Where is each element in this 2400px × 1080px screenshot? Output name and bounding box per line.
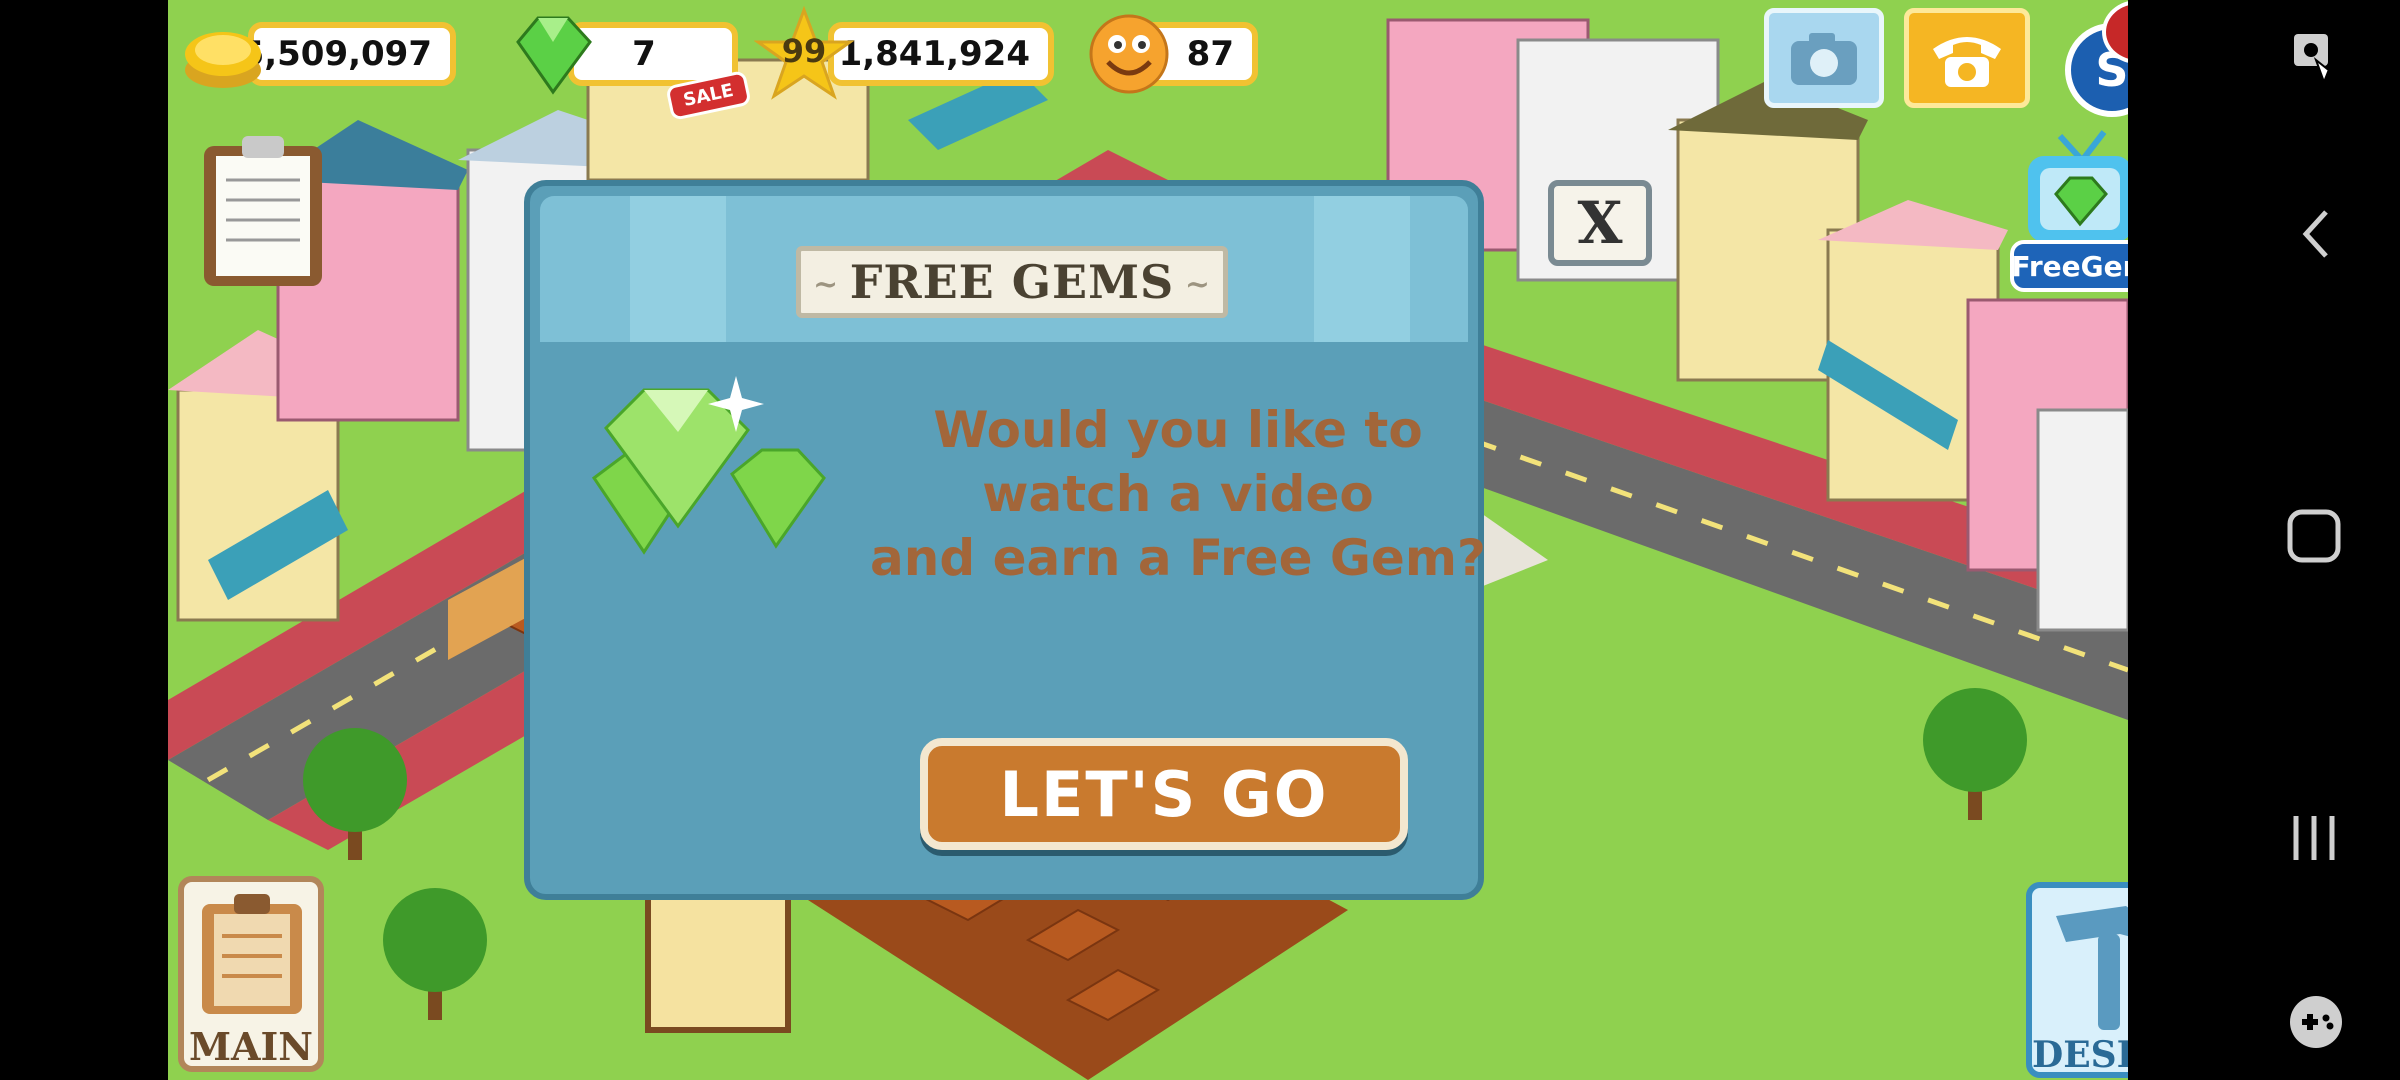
- gem-icon: [516, 16, 592, 95]
- xp-value: 1,841,924: [838, 34, 1030, 74]
- design-button[interactable]: DESIGN: [2026, 882, 2128, 1078]
- dialog-title: FREE GEMS: [849, 255, 1175, 309]
- smiley-icon: [1089, 14, 1169, 94]
- camera-icon: [1791, 33, 1857, 85]
- close-button[interactable]: X: [1548, 180, 1652, 266]
- home-icon[interactable]: [2286, 508, 2342, 564]
- camera-button[interactable]: [1764, 8, 1884, 108]
- design-label: DESIGN: [2032, 1034, 2128, 1076]
- xp-counter[interactable]: 1,841,924: [828, 22, 1054, 86]
- dialog-title-plate: ~ FREE GEMS ~: [796, 246, 1228, 318]
- main-clipboard-icon: [202, 894, 302, 1014]
- game-tools-icon[interactable]: [2286, 994, 2346, 1050]
- coins-counter[interactable]: 15,509,097: [217, 22, 456, 86]
- gems-value: 7: [632, 34, 656, 74]
- recents-icon[interactable]: [2288, 810, 2340, 866]
- phone-icon: [1933, 37, 2001, 87]
- dialog-message: Would you like to watch a video and earn…: [858, 398, 1498, 590]
- system-nav-bar: [2128, 0, 2400, 1080]
- coin-icon: [185, 32, 261, 88]
- back-icon[interactable]: [2296, 206, 2336, 262]
- flourish-right-icon: ~: [1184, 267, 1211, 302]
- free-gems-button[interactable]: FreeGems: [2010, 240, 2128, 292]
- clipboard-icon[interactable]: [198, 130, 328, 290]
- message-line-3: and earn a Free Gem?: [870, 529, 1486, 587]
- main-button[interactable]: MAIN: [178, 876, 324, 1072]
- happiness-value: 87: [1186, 34, 1234, 74]
- dialog-header: ~ FREE GEMS ~: [540, 196, 1468, 342]
- gems-illustration-icon: [591, 376, 826, 555]
- phone-button[interactable]: [1904, 8, 2030, 108]
- flourish-left-icon: ~: [813, 267, 840, 302]
- hammer-icon: [2056, 906, 2128, 1030]
- free-gems-tv-icon[interactable]: [2020, 128, 2128, 248]
- lets-go-button[interactable]: LET'S GO: [920, 738, 1408, 850]
- message-line-2: watch a video: [982, 465, 1374, 523]
- main-label: MAIN: [188, 1024, 314, 1069]
- screenshot-tool-icon[interactable]: [2290, 30, 2340, 86]
- level-value: 99: [781, 32, 827, 70]
- message-line-1: Would you like to: [933, 401, 1423, 459]
